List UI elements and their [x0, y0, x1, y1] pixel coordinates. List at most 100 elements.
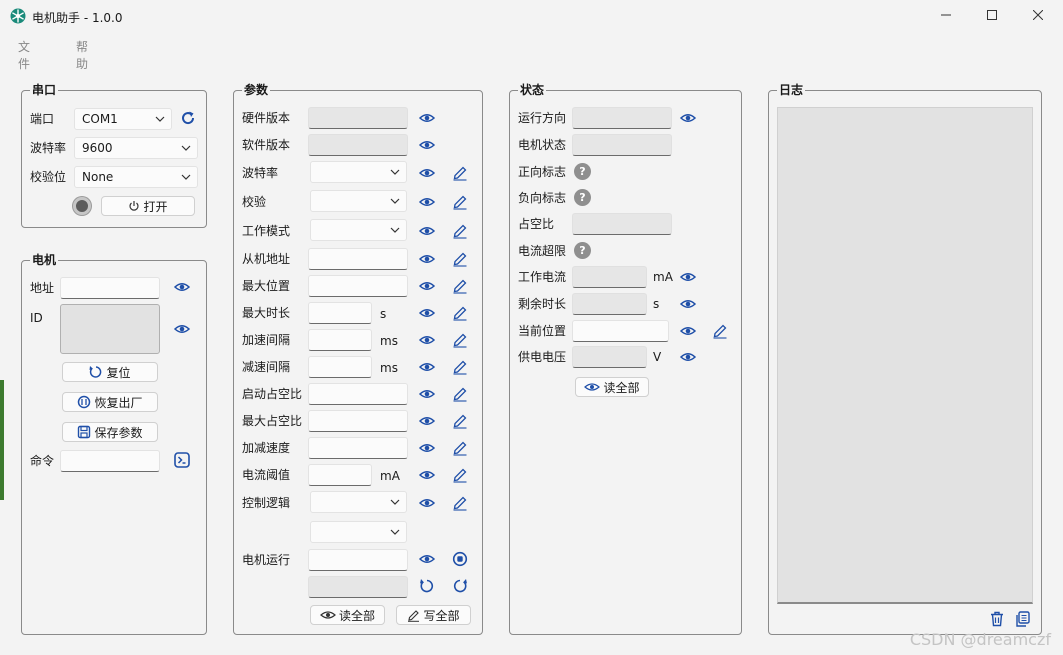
read-accel-decel-eye-icon[interactable] [418, 439, 436, 457]
read-run-eye-icon[interactable] [418, 550, 436, 568]
close-icon [1033, 10, 1043, 20]
power-icon [129, 201, 140, 211]
read-current-position-eye-icon[interactable] [679, 322, 697, 340]
read-max-time-eye-icon[interactable] [418, 304, 436, 322]
delete-log-icon[interactable] [988, 610, 1006, 628]
chevron-down-icon [390, 227, 400, 233]
write-max-time-pencil-icon[interactable] [451, 304, 469, 322]
reset-button[interactable]: 复位 [62, 362, 158, 382]
read-run-direction-eye-icon[interactable] [679, 109, 697, 127]
connection-status-led [73, 197, 91, 215]
param-accel-interval-unit: ms [380, 334, 398, 348]
params-group-title: 参数 [242, 83, 271, 97]
motor-run-input[interactable] [308, 549, 408, 571]
read-decel-interval-eye-icon[interactable] [418, 358, 436, 376]
read-slave-address-eye-icon[interactable] [418, 250, 436, 268]
param-max-position-input[interactable] [308, 275, 408, 297]
command-input[interactable] [60, 450, 160, 472]
write-work-mode-pencil-icon[interactable] [451, 222, 469, 240]
refresh-icon[interactable] [179, 109, 197, 127]
rotate-cw-icon[interactable] [451, 577, 469, 595]
copy-log-icon[interactable] [1014, 610, 1032, 628]
write-parity-pencil-icon[interactable] [451, 193, 469, 211]
read-address-eye-icon[interactable] [173, 278, 191, 296]
chevron-down-icon [390, 169, 400, 175]
param-current-threshold-input[interactable] [308, 464, 372, 486]
port-label: 端口 [30, 112, 55, 126]
open-port-button[interactable]: 打开 [101, 196, 195, 216]
param-max-duty-input[interactable] [308, 410, 408, 432]
param-max-time-input[interactable] [308, 302, 372, 324]
write-slave-address-pencil-icon[interactable] [451, 250, 469, 268]
minimize-icon [941, 14, 951, 16]
read-remaining-time-eye-icon[interactable] [679, 295, 697, 313]
save-params-button[interactable]: 保存参数 [62, 422, 158, 442]
write-start-duty-pencil-icon[interactable] [451, 385, 469, 403]
status-reverse-flag-help-icon: ? [574, 189, 591, 206]
log-group-title: 日志 [777, 83, 806, 97]
param-sw-version-label: 软件版本 [242, 138, 291, 152]
read-id-eye-icon[interactable] [173, 320, 191, 338]
param-slave-address-input[interactable] [308, 248, 408, 270]
read-work-mode-eye-icon[interactable] [418, 222, 436, 240]
status-run-direction-value [572, 107, 672, 129]
params-read-all-button[interactable]: 读全部 [310, 605, 385, 625]
minimize-button[interactable] [923, 0, 969, 30]
params-write-all-button[interactable]: 写全部 [396, 605, 471, 625]
menu-help[interactable]: 帮助 [76, 38, 88, 72]
stop-icon[interactable] [451, 550, 469, 568]
maximize-button[interactable] [969, 0, 1015, 30]
status-current-position-input[interactable] [572, 320, 669, 342]
read-baud-eye-icon[interactable] [418, 164, 436, 182]
parity-select[interactable]: None [74, 166, 198, 188]
write-max-duty-pencil-icon[interactable] [451, 412, 469, 430]
baud-value: 9600 [82, 141, 113, 155]
control-logic-extra-select[interactable] [310, 521, 407, 543]
factory-reset-button[interactable]: 恢复出厂 [62, 392, 158, 412]
read-hw-version-eye-icon[interactable] [418, 109, 436, 127]
address-input[interactable] [60, 277, 160, 299]
write-control-logic-pencil-icon[interactable] [451, 494, 469, 512]
param-work-mode-select[interactable] [310, 219, 407, 241]
read-parity-eye-icon[interactable] [418, 193, 436, 211]
read-accel-interval-eye-icon[interactable] [418, 331, 436, 349]
restore-icon [78, 395, 91, 409]
params-read-all-label: 读全部 [338, 608, 375, 623]
read-supply-voltage-eye-icon[interactable] [679, 348, 697, 366]
write-accel-decel-pencil-icon[interactable] [451, 439, 469, 457]
read-work-current-eye-icon[interactable] [679, 268, 697, 286]
param-start-duty-input[interactable] [308, 383, 408, 405]
terminal-icon[interactable] [173, 451, 191, 469]
param-decel-interval-input[interactable] [308, 356, 372, 378]
param-accel-interval-input[interactable] [308, 329, 372, 351]
param-max-time-label: 最大时长 [242, 306, 291, 320]
read-sw-version-eye-icon[interactable] [418, 136, 436, 154]
param-max-time-unit: s [380, 307, 387, 321]
param-control-logic-select[interactable] [310, 491, 407, 513]
status-supply-voltage-unit: V [653, 350, 662, 364]
chevron-down-icon [390, 529, 400, 535]
status-read-all-button[interactable]: 读全部 [575, 377, 649, 397]
port-select[interactable]: COM1 [74, 108, 172, 130]
params-write-all-label: 写全部 [423, 608, 460, 623]
log-textarea[interactable] [777, 107, 1033, 604]
write-current-threshold-pencil-icon[interactable] [451, 466, 469, 484]
read-current-threshold-eye-icon[interactable] [418, 466, 436, 484]
write-decel-interval-pencil-icon[interactable] [451, 358, 469, 376]
read-start-duty-eye-icon[interactable] [418, 385, 436, 403]
baud-select[interactable]: 9600 [74, 137, 198, 159]
write-accel-interval-pencil-icon[interactable] [451, 331, 469, 349]
menu-file[interactable]: 文件 [18, 38, 30, 72]
param-baud-select[interactable] [310, 161, 407, 183]
read-max-position-eye-icon[interactable] [418, 277, 436, 295]
close-button[interactable] [1015, 0, 1061, 30]
param-parity-select[interactable] [310, 190, 407, 212]
write-baud-pencil-icon[interactable] [451, 164, 469, 182]
write-current-position-pencil-icon[interactable] [711, 322, 729, 340]
write-max-position-pencil-icon[interactable] [451, 277, 469, 295]
rotate-ccw-icon[interactable] [418, 577, 436, 595]
read-max-duty-eye-icon[interactable] [418, 412, 436, 430]
param-accel-decel-input[interactable] [308, 437, 408, 459]
parity-label: 校验位 [30, 170, 67, 184]
read-control-logic-eye-icon[interactable] [418, 494, 436, 512]
